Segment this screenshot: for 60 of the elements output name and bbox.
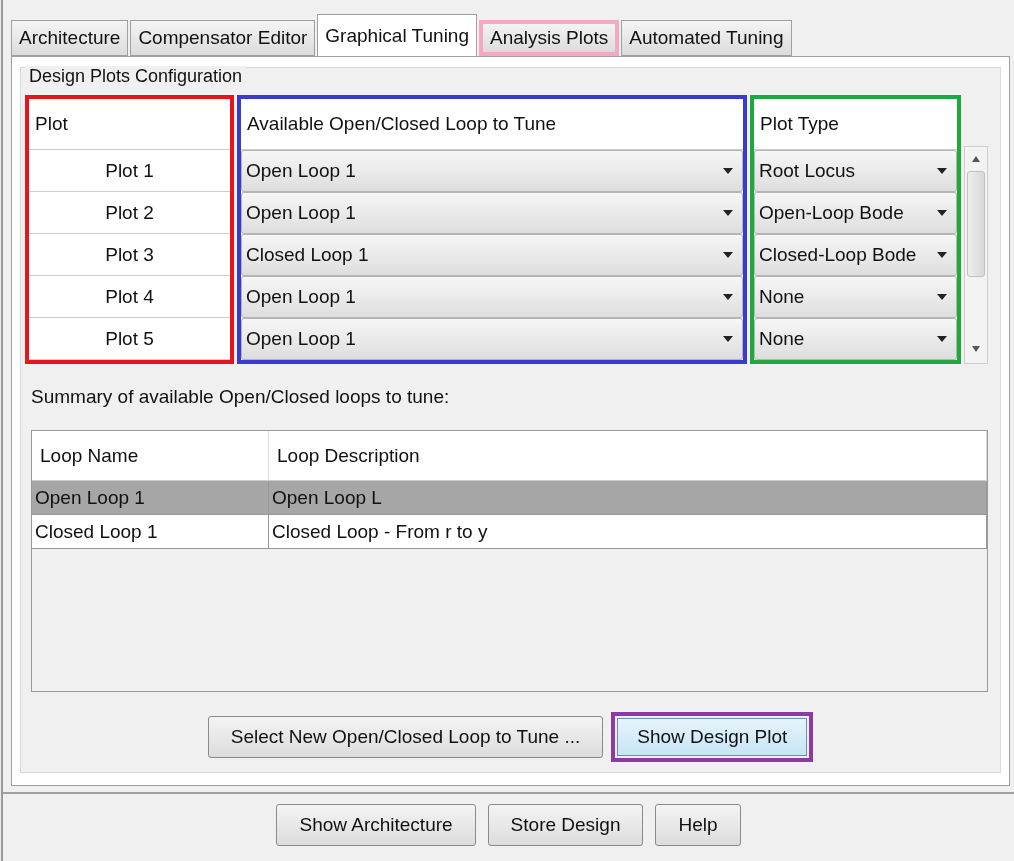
dropdown-value: Root Locus [759, 160, 856, 182]
summary-label: Summary of available Open/Closed loops to tune: [31, 386, 451, 408]
action-button[interactable]: Show Design Plot [611, 712, 814, 762]
table-cell: Plot 3 [29, 234, 230, 276]
dropdown[interactable]: Open Loop 1 [241, 318, 743, 360]
dropdown-value: Open Loop 1 [246, 160, 356, 182]
dropdown[interactable]: Open-Loop Bode [754, 192, 957, 234]
dropdown-value: Open-Loop Bode [759, 202, 904, 224]
column-header: Plot [29, 99, 230, 150]
caret-icon [722, 335, 734, 343]
action-button[interactable]: Select New Open/Closed Loop to Tune ... [207, 716, 604, 758]
dropdown[interactable]: Closed-Loop Bode [754, 234, 957, 276]
dropdown-value: Open Loop 1 [246, 286, 356, 308]
dropdown[interactable]: None [754, 276, 957, 318]
scroll-up-icon[interactable] [971, 155, 981, 163]
dropdown[interactable]: Open Loop 1 [241, 192, 743, 234]
dropdown[interactable]: Root Locus [754, 150, 957, 192]
caret-icon [936, 335, 948, 343]
table-row[interactable]: Open Loop 1 Open Loop L [32, 481, 987, 515]
tab[interactable]: Automated Tuning [621, 20, 792, 56]
tab[interactable]: Compensator Editor [130, 20, 316, 56]
table-cell: Closed Loop 1 [32, 515, 269, 549]
footer-button[interactable]: Help [655, 804, 741, 846]
dropdown-value: None [759, 286, 805, 308]
table-cell: Plot 5 [29, 318, 230, 360]
dropdown-value: Closed Loop 1 [246, 244, 369, 266]
tab[interactable]: Analysis Plots [479, 20, 620, 56]
scroll-down-icon[interactable] [971, 345, 981, 353]
footer-button[interactable]: Show Architecture [276, 804, 476, 846]
scroll-thumb[interactable] [967, 171, 985, 277]
column-header: Available Open/Closed Loop to Tune [241, 99, 743, 150]
tab[interactable]: Graphical Tuning [317, 14, 477, 56]
caret-icon [936, 293, 948, 301]
column-header: Plot Type [754, 99, 957, 150]
caret-icon [722, 167, 734, 175]
column-header: Loop Description [269, 431, 987, 481]
dropdown-value: Open Loop 1 [246, 202, 356, 224]
table-cell: Closed Loop - From r to y [269, 515, 987, 549]
dropdown[interactable]: Closed Loop 1 [241, 234, 743, 276]
tab[interactable]: Architecture [11, 20, 129, 56]
table-cell: Plot 1 [29, 150, 230, 192]
column-header: Loop Name [32, 431, 269, 481]
footer-button[interactable]: Store Design [487, 804, 644, 846]
dropdown[interactable]: Open Loop 1 [241, 276, 743, 318]
table-row[interactable]: Closed Loop 1 Closed Loop - From r to y [32, 515, 987, 549]
scrollbar[interactable] [964, 146, 988, 364]
caret-icon [936, 167, 948, 175]
dropdown[interactable]: Open Loop 1 [241, 150, 743, 192]
dropdown[interactable]: None [754, 318, 957, 360]
caret-icon [722, 251, 734, 259]
table-cell: Plot 2 [29, 192, 230, 234]
dropdown-value: Open Loop 1 [246, 328, 356, 350]
caret-icon [722, 209, 734, 217]
dropdown-value: Closed-Loop Bode [759, 244, 917, 266]
caret-icon [936, 251, 948, 259]
dropdown-value: None [759, 328, 805, 350]
caret-icon [722, 293, 734, 301]
table-cell: Plot 4 [29, 276, 230, 318]
group-title: Design Plots Configuration [25, 66, 247, 87]
caret-icon [936, 209, 948, 217]
